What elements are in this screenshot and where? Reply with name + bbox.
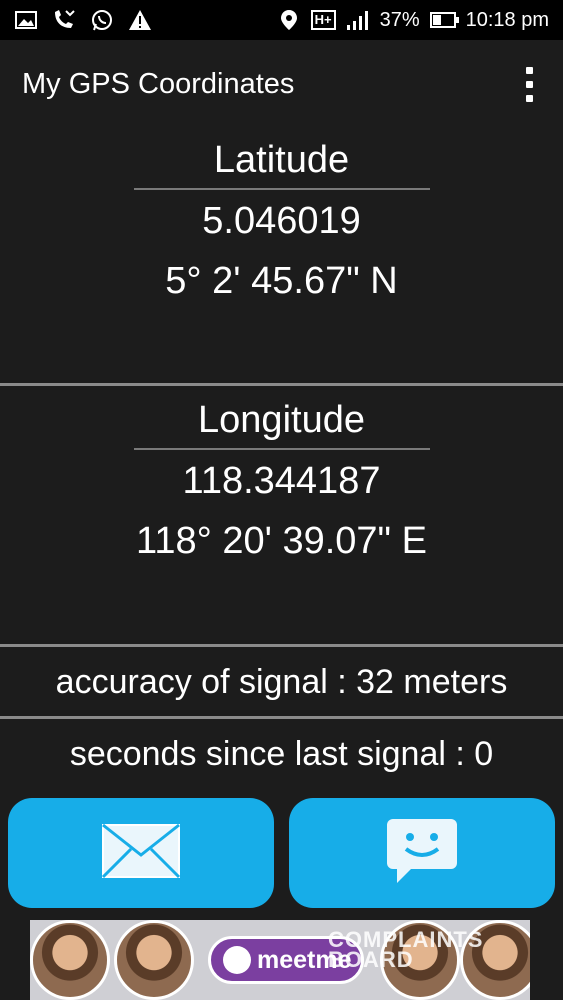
warning-icon <box>128 9 152 31</box>
longitude-decimal: 118.344187 <box>182 460 381 502</box>
watermark: COMPLAINTS BOARD <box>328 927 484 972</box>
missed-call-icon <box>52 9 76 31</box>
meetme-logo-icon <box>223 946 251 974</box>
battery-icon <box>429 12 459 28</box>
sms-icon <box>385 817 459 890</box>
latitude-section: Latitude 5.046019 5° 2' 45.67" N <box>0 138 563 304</box>
app-title: My GPS Coordinates <box>22 67 295 100</box>
image-icon <box>14 9 38 31</box>
accuracy-text: accuracy of signal : 32 meters <box>55 663 508 701</box>
status-bar: H+ 37% 10:18 pm <box>0 0 563 40</box>
ad-photo <box>114 920 194 1000</box>
more-vert-icon[interactable] <box>517 64 541 104</box>
whatsapp-icon <box>90 9 114 31</box>
signal-icon <box>346 9 370 31</box>
longitude-section: Longitude 118.344187 118° 20' 39.07" E <box>0 398 563 564</box>
app-bar: My GPS Coordinates <box>0 40 563 128</box>
longitude-underline <box>133 448 430 450</box>
divider <box>0 716 563 719</box>
clock: 10:18 pm <box>465 8 549 31</box>
longitude-title: Longitude <box>198 399 365 441</box>
ad-banner[interactable]: meetme COMPLAINTS BOARD <box>30 920 530 1000</box>
last-signal-text: seconds since last signal : 0 <box>69 735 494 773</box>
send-sms-button[interactable] <box>289 798 555 908</box>
latitude-decimal: 5.046019 <box>202 200 361 242</box>
network-hplus-icon: H+ <box>310 10 336 30</box>
latitude-underline <box>133 188 430 190</box>
divider <box>0 383 563 386</box>
longitude-dms: 118° 20' 39.07" E <box>136 520 427 562</box>
battery-percentage: 37% <box>379 8 420 31</box>
latitude-dms: 5° 2' 45.67" N <box>165 260 398 302</box>
send-email-button[interactable] <box>8 798 274 908</box>
ad-photo <box>30 920 110 1000</box>
email-icon <box>101 823 181 884</box>
divider <box>0 644 563 647</box>
latitude-title: Latitude <box>213 139 350 181</box>
location-icon <box>277 9 301 31</box>
